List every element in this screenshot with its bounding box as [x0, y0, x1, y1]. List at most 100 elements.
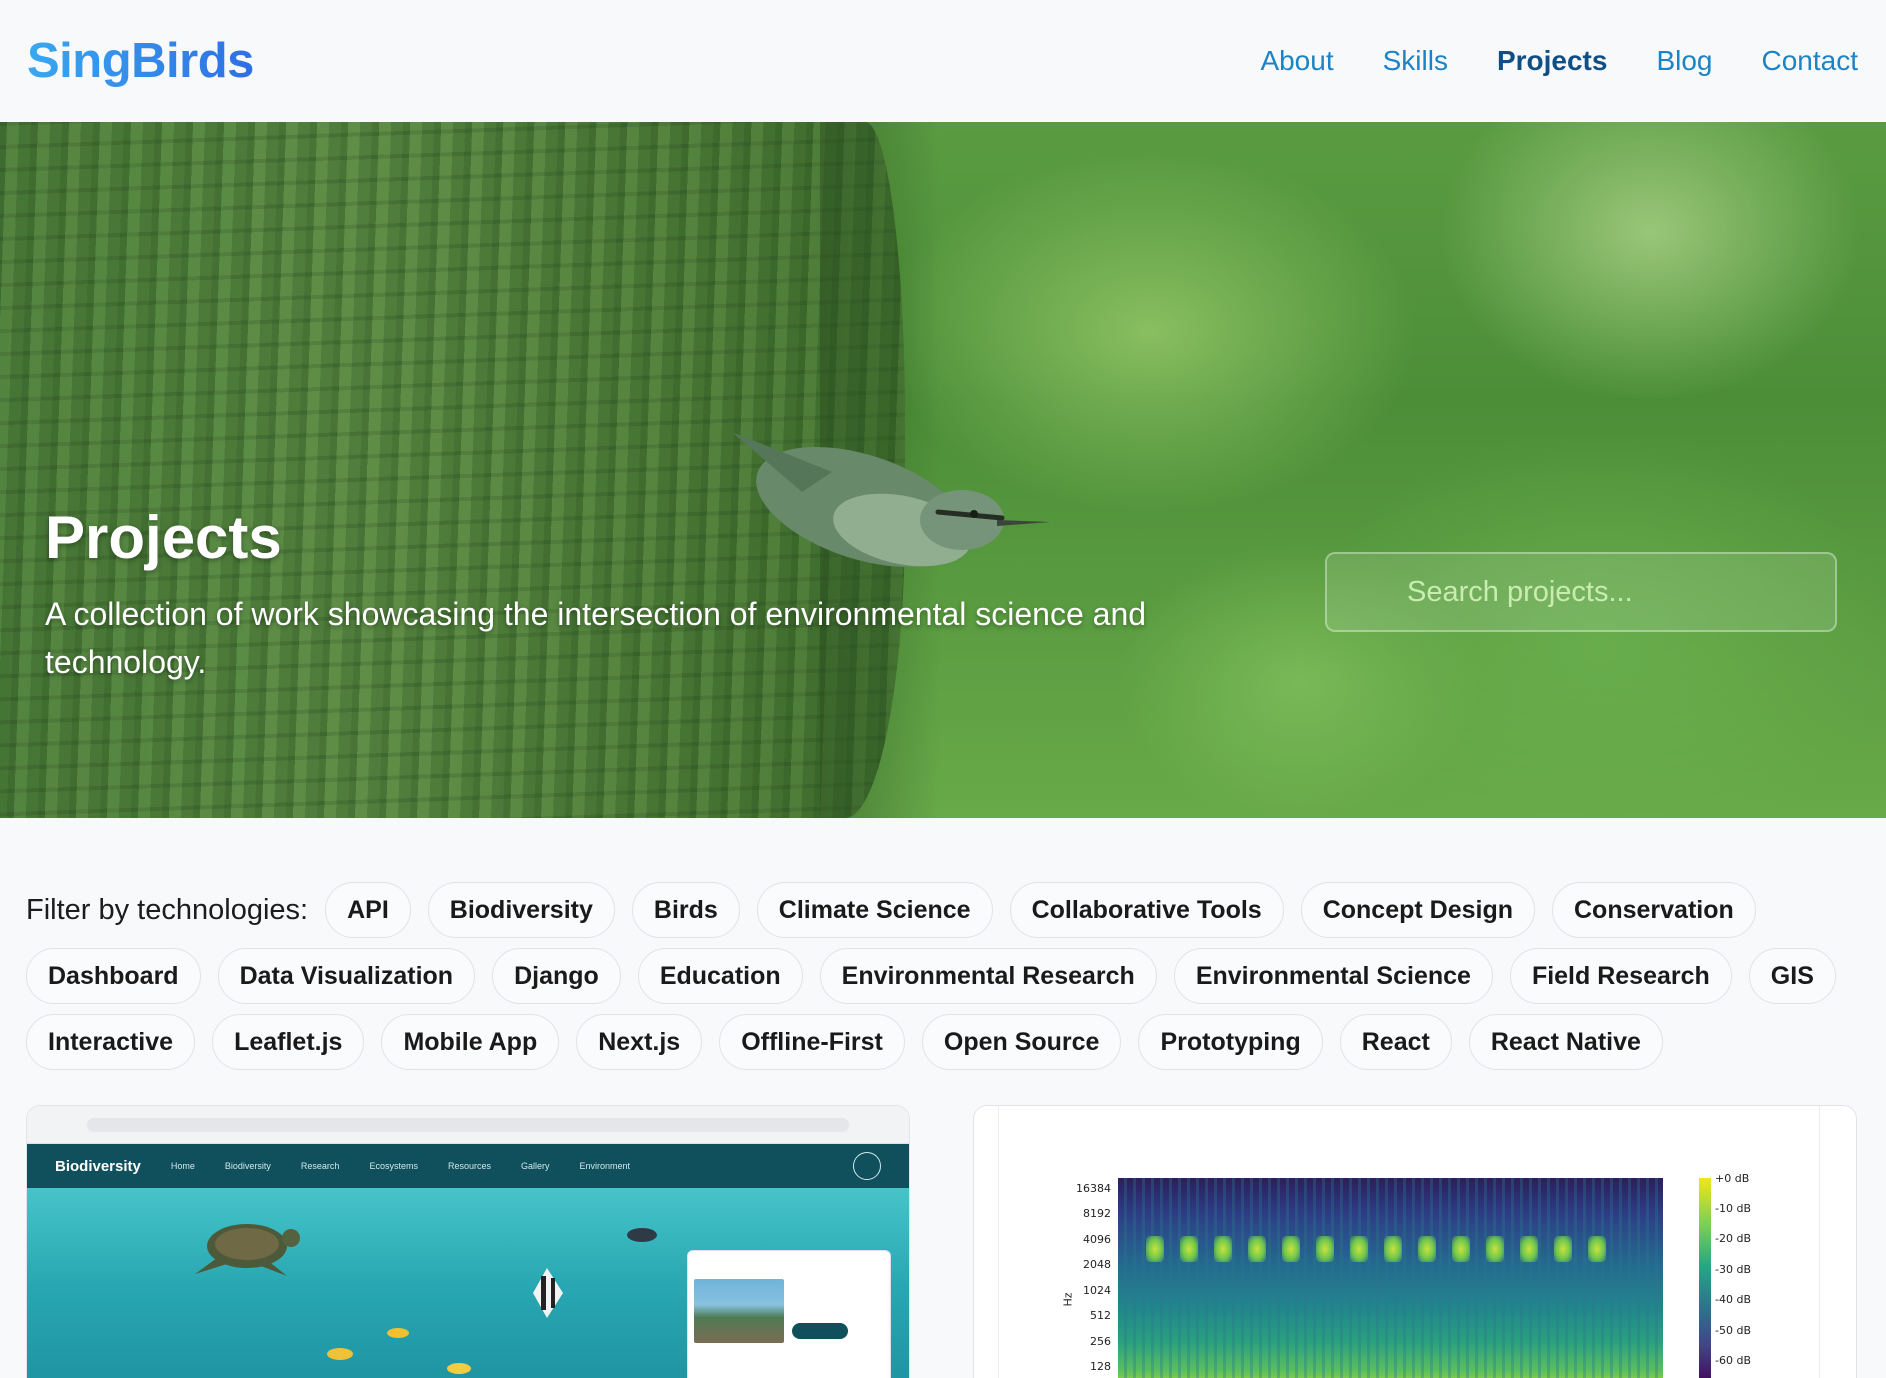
- project-card-spectrogram[interactable]: 16384 8192 4096 2048 1024 512 256 128 Hz: [973, 1105, 1857, 1378]
- preview-thumbnail: [694, 1279, 784, 1343]
- call-syllable: [1282, 1236, 1300, 1262]
- filter-row-1: Filter by technologies: API Biodiversity…: [26, 882, 1866, 938]
- y-tick-label: 256: [1090, 1335, 1111, 1348]
- nav-link-projects[interactable]: Projects: [1497, 45, 1608, 77]
- preview-nav-link: Biodiversity: [224, 1161, 271, 1171]
- browser-bar: [27, 1106, 909, 1144]
- search-input[interactable]: [1407, 554, 1835, 630]
- browser-url-bar: [87, 1117, 849, 1132]
- filter-chip[interactable]: Field Research: [1509, 948, 1732, 1004]
- filter-chip[interactable]: GIS: [1748, 948, 1836, 1004]
- colorbar-tick-label: -40 dB: [1715, 1293, 1751, 1306]
- call-syllable: [1350, 1236, 1368, 1262]
- filter-chip[interactable]: Interactive: [26, 1014, 196, 1070]
- y-tick-label: 1024: [1083, 1284, 1111, 1297]
- y-tick-label: 4096: [1083, 1233, 1111, 1246]
- call-syllable: [1520, 1236, 1538, 1262]
- filter-chip[interactable]: Dashboard: [26, 948, 201, 1004]
- preview-button: [792, 1323, 848, 1339]
- angelfish-image: [533, 1268, 563, 1318]
- filter-chip[interactable]: Education: [637, 948, 803, 1004]
- filter-row-2: Dashboard Data Visualization Django Educ…: [26, 948, 1866, 1004]
- filter-chip[interactable]: Biodiversity: [427, 882, 615, 938]
- y-tick-label: 8192: [1083, 1207, 1111, 1220]
- preview-nav-link: Gallery: [520, 1161, 550, 1171]
- call-syllable: [1316, 1236, 1334, 1262]
- call-syllable: [1588, 1236, 1606, 1262]
- y-tick-label: 16384: [1076, 1182, 1111, 1195]
- call-syllable: [1146, 1236, 1164, 1262]
- nav-links: About Skills Projects Blog Contact: [1260, 45, 1858, 77]
- colorbar-tick-label: +0 dB: [1715, 1172, 1750, 1185]
- filter-chip[interactable]: API: [325, 882, 411, 938]
- call-syllable: [1452, 1236, 1470, 1262]
- site-logo[interactable]: SingBirds: [27, 33, 254, 89]
- technology-filters: Filter by technologies: API Biodiversity…: [26, 882, 1866, 1070]
- preview-nav-link: Environment: [579, 1161, 631, 1171]
- page-subtitle: A collection of work showcasing the inte…: [45, 596, 1147, 680]
- filter-chip[interactable]: Leaflet.js: [212, 1014, 365, 1070]
- filter-chip[interactable]: Open Source: [921, 1014, 1122, 1070]
- yellow-fish-image: [447, 1363, 471, 1374]
- filter-chip[interactable]: React: [1339, 1014, 1452, 1070]
- hero-banner: Projects A collection of work showcasing…: [0, 122, 1886, 818]
- preview-nav-link: Research: [300, 1161, 340, 1171]
- colorbar-tick-label: -10 dB: [1715, 1202, 1751, 1215]
- sea-turtle-image: [195, 1224, 300, 1276]
- yellow-fish-image: [327, 1348, 353, 1360]
- call-syllable: [1486, 1236, 1504, 1262]
- preview-nav-link: Ecosystems: [369, 1161, 418, 1171]
- filter-chip[interactable]: Prototyping: [1138, 1014, 1323, 1070]
- colorbar-tick-label: -30 dB: [1715, 1263, 1751, 1276]
- colorbar-ticks: +0 dB -10 dB -20 dB -30 dB -40 dB -50 dB…: [1715, 1172, 1785, 1378]
- call-syllable: [1180, 1236, 1198, 1262]
- call-syllable: [1214, 1236, 1232, 1262]
- nav-link-about[interactable]: About: [1260, 45, 1333, 77]
- filter-chip[interactable]: Environmental Research: [819, 948, 1157, 1004]
- call-syllable: [1248, 1236, 1266, 1262]
- filter-chip[interactable]: Environmental Science: [1173, 948, 1493, 1004]
- yellow-fish-image: [387, 1328, 409, 1338]
- preview-menu-icon: [853, 1152, 881, 1180]
- search-box: [1325, 552, 1837, 632]
- colorbar-tick-label: -20 dB: [1715, 1232, 1751, 1245]
- colorbar: [1699, 1178, 1711, 1378]
- hero-overlay: [0, 122, 1886, 818]
- filter-chip[interactable]: Collaborative Tools: [1009, 882, 1284, 938]
- nav-link-skills[interactable]: Skills: [1383, 45, 1448, 77]
- nav-link-contact[interactable]: Contact: [1762, 45, 1859, 77]
- spectrogram-figure: 16384 8192 4096 2048 1024 512 256 128 Hz: [998, 1106, 1820, 1378]
- dark-fish-image: [627, 1228, 657, 1242]
- preview-nav-link: Home: [170, 1161, 195, 1171]
- filter-chip[interactable]: React Native: [1468, 1014, 1663, 1070]
- preview-nav-link: Resources: [447, 1161, 491, 1171]
- y-tick-label: 128: [1090, 1360, 1111, 1373]
- nav-link-blog[interactable]: Blog: [1656, 45, 1712, 77]
- project-card-biodiversity[interactable]: Biodiversity Home Biodiversity Research …: [26, 1105, 910, 1378]
- ocean-preview-image: [27, 1188, 909, 1378]
- call-syllable: [1418, 1236, 1436, 1262]
- filter-chip[interactable]: Data Visualization: [217, 948, 476, 1004]
- filter-row-3: Interactive Leaflet.js Mobile App Next.j…: [26, 1014, 1866, 1070]
- spectrogram-y-ticks: 16384 8192 4096 2048 1024 512 256 128: [1053, 1178, 1111, 1378]
- filter-chip[interactable]: Next.js: [576, 1014, 703, 1070]
- filter-label: Filter by technologies:: [26, 893, 309, 926]
- y-axis-label: Hz: [1061, 1292, 1075, 1307]
- spectrogram-plot: [1118, 1178, 1663, 1378]
- filter-chip[interactable]: Offline-First: [719, 1014, 905, 1070]
- preview-site-nav: Biodiversity Home Biodiversity Research …: [27, 1144, 909, 1188]
- call-syllable: [1384, 1236, 1402, 1262]
- filter-chip[interactable]: Mobile App: [381, 1014, 560, 1070]
- filter-chip[interactable]: Birds: [631, 882, 740, 938]
- colorbar-tick-label: -50 dB: [1715, 1324, 1751, 1337]
- filter-chip[interactable]: Django: [492, 948, 621, 1004]
- y-tick-label: 2048: [1083, 1258, 1111, 1271]
- call-syllable: [1554, 1236, 1572, 1262]
- y-tick-label: 512: [1090, 1309, 1111, 1322]
- filter-chip[interactable]: Climate Science: [756, 882, 993, 938]
- page-title: Projects: [45, 504, 282, 571]
- bird-call-band: [1118, 1236, 1663, 1262]
- filter-chip[interactable]: Conservation: [1552, 882, 1756, 938]
- preview-site-logo: Biodiversity: [55, 1157, 141, 1175]
- filter-chip[interactable]: Concept Design: [1300, 882, 1535, 938]
